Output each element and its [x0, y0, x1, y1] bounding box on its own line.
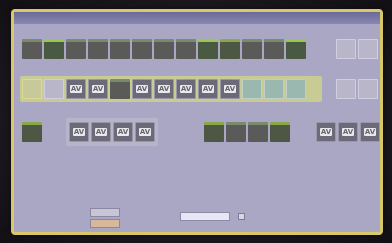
toolbar-icon-13[interactable]	[286, 39, 306, 59]
av-icon-14-label: AV	[363, 128, 377, 136]
row2-icon-1[interactable]	[22, 79, 42, 99]
av-icon-10[interactable]: AV	[113, 122, 133, 142]
toolbar-icon-14[interactable]	[336, 39, 356, 59]
av-icon-8-label: AV	[72, 128, 86, 136]
av-icon-1-label: AV	[69, 85, 83, 93]
icon-row-2-right	[336, 79, 378, 99]
toolbar-icon-5[interactable]	[110, 39, 130, 59]
row2-icon-11[interactable]	[242, 79, 262, 99]
icon-row-3-mid	[204, 122, 290, 142]
icon-row-3-right: AV AV AV	[316, 122, 380, 142]
av-icon-2[interactable]: AV	[88, 79, 108, 99]
toolbar-icon-1[interactable]	[22, 39, 42, 59]
bottom-button-1[interactable]	[90, 208, 120, 217]
row2-icon-14[interactable]	[336, 79, 356, 99]
av-icon-13[interactable]: AV	[338, 122, 358, 142]
av-icon-5-label: AV	[179, 85, 193, 93]
av-icon-5[interactable]: AV	[176, 79, 196, 99]
row3-icon-7[interactable]	[226, 122, 246, 142]
icon-row-2: AV AV AV AV AV AV AV	[22, 79, 306, 99]
toolbar-icon-11[interactable]	[242, 39, 262, 59]
toolbar-icon-2[interactable]	[44, 39, 64, 59]
row3-icon-9[interactable]	[270, 122, 290, 142]
row3-icon-1[interactable]	[22, 122, 42, 142]
av-icon-4[interactable]: AV	[154, 79, 174, 99]
row2-icon-15[interactable]	[358, 79, 378, 99]
av-icon-9[interactable]: AV	[91, 122, 111, 142]
row3-icon-8[interactable]	[248, 122, 268, 142]
toolbar-icon-6[interactable]	[132, 39, 152, 59]
av-icon-11[interactable]: AV	[135, 122, 155, 142]
icon-row-1	[22, 39, 306, 59]
bottom-button-2[interactable]	[90, 219, 120, 228]
main-window: AV AV AV AV AV AV AV AV AV AV AV AV AV A…	[11, 9, 383, 235]
toolbar-icon-8[interactable]	[176, 39, 196, 59]
av-icon-7[interactable]: AV	[220, 79, 240, 99]
av-icon-11-label: AV	[138, 128, 152, 136]
row3-icon-6[interactable]	[204, 122, 224, 142]
av-icon-14[interactable]: AV	[360, 122, 380, 142]
toolbar-icon-10[interactable]	[220, 39, 240, 59]
av-icon-12[interactable]: AV	[316, 122, 336, 142]
row2-icon-2[interactable]	[44, 79, 64, 99]
toolbar-icon-9[interactable]	[198, 39, 218, 59]
av-icon-4-label: AV	[157, 85, 171, 93]
row2-icon-5[interactable]	[110, 79, 130, 99]
toolbar-icon-12[interactable]	[264, 39, 284, 59]
row2-icon-12[interactable]	[264, 79, 284, 99]
icon-row-3-left	[22, 122, 42, 142]
icon-row-1-right	[336, 39, 378, 59]
title-bar[interactable]	[14, 12, 380, 24]
row2-icon-13[interactable]	[286, 79, 306, 99]
av-icon-6-label: AV	[201, 85, 215, 93]
bottom-checkbox[interactable]	[238, 213, 245, 220]
av-icon-10-label: AV	[116, 128, 130, 136]
bottom-spin-field[interactable]	[180, 212, 230, 221]
toolbar-icon-4[interactable]	[88, 39, 108, 59]
toolbar-icon-15[interactable]	[358, 39, 378, 59]
toolbar-icon-7[interactable]	[154, 39, 174, 59]
av-icon-2-label: AV	[91, 85, 105, 93]
av-icon-7-label: AV	[223, 85, 237, 93]
av-icon-6[interactable]: AV	[198, 79, 218, 99]
av-icon-3[interactable]: AV	[132, 79, 152, 99]
av-icon-12-label: AV	[319, 128, 333, 136]
av-icon-9-label: AV	[94, 128, 108, 136]
icon-row-3-av: AV AV AV AV	[69, 122, 155, 142]
av-icon-1[interactable]: AV	[66, 79, 86, 99]
av-icon-3-label: AV	[135, 85, 149, 93]
av-icon-8[interactable]: AV	[69, 122, 89, 142]
toolbar-icon-3[interactable]	[66, 39, 86, 59]
av-icon-13-label: AV	[341, 128, 355, 136]
